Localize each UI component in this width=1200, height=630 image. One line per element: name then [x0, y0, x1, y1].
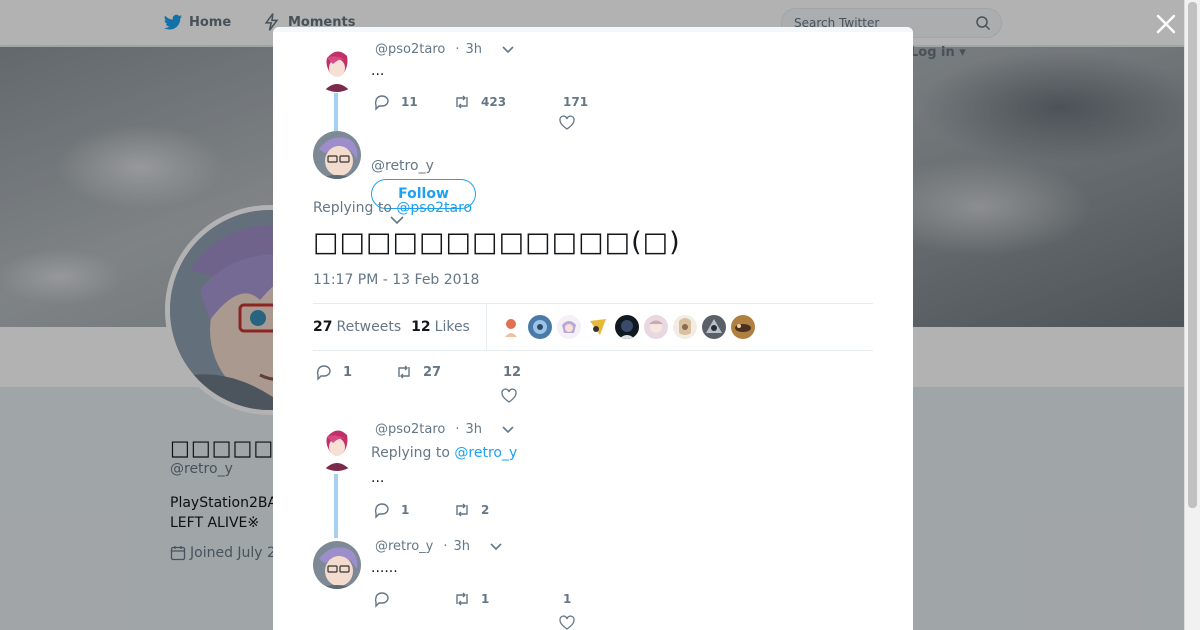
- retweet-count: 2: [481, 503, 490, 517]
- retweet-icon: [456, 503, 468, 517]
- reply-button[interactable]: 1: [315, 363, 395, 381]
- replying-to: Replying to @retro_y: [371, 445, 517, 461]
- scrollbar-thumb[interactable]: [1188, 2, 1197, 508]
- likes-stat-label: Likes: [434, 319, 470, 335]
- liker-avatar[interactable]: [614, 315, 639, 339]
- tweet-header: @pso2taro · 3h: [375, 42, 514, 57]
- tweet-stats: 27 Retweets 12 Likes: [313, 303, 873, 351]
- page-scrollbar[interactable]: [1184, 0, 1200, 630]
- main-tweet-actions: 1 27 12: [315, 363, 521, 381]
- liker-avatar[interactable]: [701, 315, 726, 339]
- replying-mention[interactable]: @pso2taro: [396, 200, 472, 216]
- avatar-image-pso2taro: [313, 423, 361, 471]
- avatar[interactable]: [313, 44, 361, 92]
- tweet-time-separator: ·: [455, 42, 460, 57]
- tweet-time-separator: ·: [443, 539, 448, 554]
- chevron-down-icon[interactable]: [502, 45, 514, 55]
- tweet-header: @pso2taro · 3h: [375, 422, 514, 437]
- reply-button[interactable]: 1: [373, 501, 453, 519]
- likes-stat-count: 12: [411, 319, 431, 335]
- reply-button[interactable]: 11: [373, 93, 453, 111]
- likes-stat[interactable]: 12 Likes: [411, 319, 470, 335]
- liker-avatar[interactable]: [556, 315, 581, 339]
- retweet-button[interactable]: 1: [453, 590, 563, 608]
- retweet-icon: [456, 592, 468, 606]
- liker-avatar[interactable]: [585, 315, 610, 339]
- reply-icon: [374, 503, 389, 519]
- liker-avatar[interactable]: [643, 315, 668, 339]
- retweet-button[interactable]: 27: [395, 363, 503, 381]
- main-tweet-handle[interactable]: @retro_y: [371, 158, 434, 174]
- retweet-count: 423: [481, 95, 507, 109]
- like-count: 1: [563, 592, 572, 606]
- reply-count: 11: [401, 95, 418, 109]
- like-count-label[interactable]: 171: [563, 95, 588, 109]
- tweet-handle[interactable]: @pso2taro: [375, 42, 445, 57]
- avatar-image-pso2taro: [313, 44, 361, 92]
- chevron-down-icon[interactable]: [502, 425, 514, 435]
- tweet-time-separator: ·: [455, 422, 460, 437]
- avatar[interactable]: [313, 423, 361, 471]
- tweet-time[interactable]: 3h: [454, 539, 471, 554]
- tweet-text: ......: [371, 560, 398, 576]
- reply-count: 1: [401, 503, 410, 517]
- thread-connector: [334, 93, 338, 131]
- liker-avatar[interactable]: [672, 315, 697, 339]
- retweet-button[interactable]: 2: [453, 501, 563, 519]
- heart-icon[interactable]: [559, 115, 575, 131]
- tweet-text: ...: [371, 470, 385, 486]
- liker-avatar[interactable]: [498, 315, 523, 339]
- modal-top-edge: [273, 27, 913, 32]
- reply-icon: [374, 95, 389, 111]
- retweet-count: 1: [481, 592, 490, 606]
- tweet-modal: @pso2taro · 3h ... 11 423 171 @retro_y F…: [273, 27, 913, 630]
- avatar[interactable]: [313, 541, 361, 589]
- heart-icon[interactable]: [501, 388, 517, 404]
- tweet-time[interactable]: 3h: [465, 422, 482, 437]
- like-count: 171: [563, 95, 589, 109]
- avatar-image-retro_y: [313, 131, 361, 179]
- retweets-stat[interactable]: 27 Retweets: [313, 319, 401, 335]
- reply-button[interactable]: [373, 590, 453, 608]
- avatar-image-retro_y: [313, 541, 361, 589]
- tweet-actions: 11 423 171: [373, 93, 588, 111]
- tweet-actions: 1 1: [373, 590, 571, 608]
- tweet-actions: 1 2: [373, 501, 563, 519]
- like-count-label[interactable]: 1: [563, 592, 571, 606]
- replying-mention[interactable]: @retro_y: [454, 445, 517, 461]
- reply-icon: [316, 365, 331, 381]
- chevron-down-icon[interactable]: [490, 542, 502, 552]
- retweets-stat-label: Retweets: [336, 319, 402, 335]
- thread-connector: [334, 474, 338, 538]
- close-icon[interactable]: [1154, 12, 1178, 36]
- liker-avatar[interactable]: [527, 315, 552, 339]
- chevron-down-icon[interactable]: [390, 214, 404, 226]
- retweet-icon: [456, 95, 468, 109]
- retweet-button[interactable]: 423: [453, 93, 563, 111]
- tweet-text: ...: [371, 63, 385, 79]
- tweet-handle[interactable]: @pso2taro: [375, 422, 445, 437]
- main-tweet-timestamp[interactable]: 11:17 PM - 13 Feb 2018: [313, 272, 479, 288]
- stats-divider: [485, 304, 487, 350]
- liker-avatar[interactable]: [730, 315, 755, 339]
- retweet-icon: [398, 365, 410, 379]
- tweet-header: @retro_y · 3h: [375, 539, 502, 554]
- main-tweet-text: □□□□□□□□□□□□(□): [313, 227, 681, 258]
- reply-icon: [374, 592, 389, 608]
- retweet-count: 27: [423, 364, 442, 380]
- liker-avatars: [498, 315, 755, 339]
- tweet-handle[interactable]: @retro_y: [375, 539, 433, 554]
- retweets-stat-count: 27: [313, 319, 333, 335]
- like-count: 12: [503, 364, 522, 380]
- reply-count: 1: [343, 364, 353, 380]
- tweet-time[interactable]: 3h: [465, 42, 482, 57]
- replying-prefix: Replying to: [371, 445, 450, 461]
- heart-icon[interactable]: [559, 615, 575, 630]
- replying-prefix: Replying to: [313, 200, 392, 216]
- like-count-label[interactable]: 12: [503, 363, 521, 381]
- avatar[interactable]: [313, 131, 361, 179]
